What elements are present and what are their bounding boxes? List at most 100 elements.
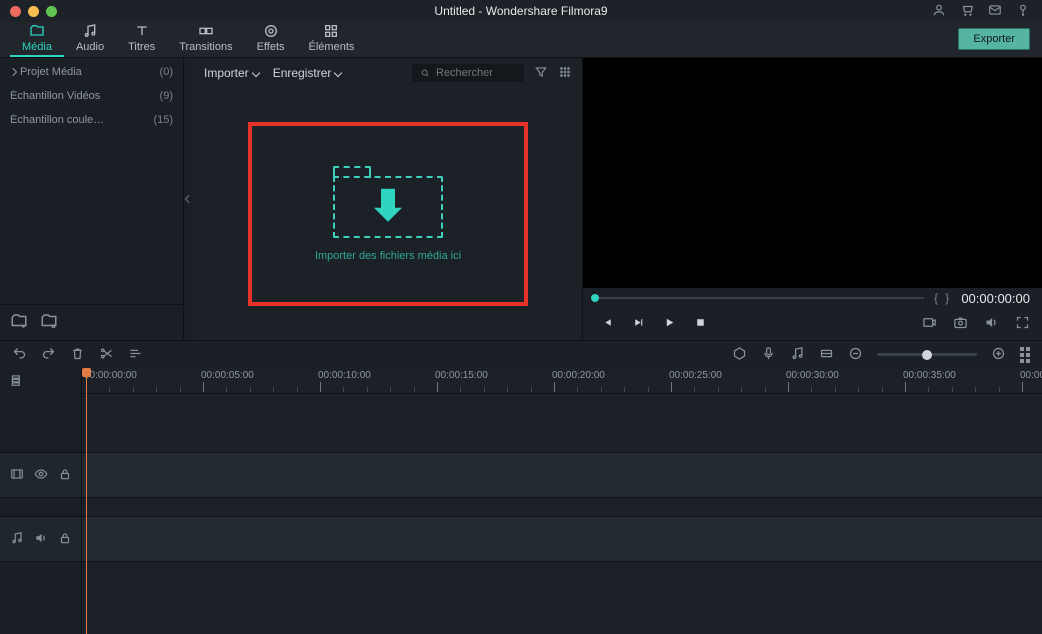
sidebar-item-count: (15) bbox=[153, 114, 173, 126]
dropdown-label: Enregistrer bbox=[273, 66, 332, 80]
preview-scrubber[interactable] bbox=[595, 297, 924, 299]
cart-icon[interactable] bbox=[960, 3, 974, 20]
audio-mixer-button[interactable] bbox=[790, 346, 805, 364]
fullscreen-button[interactable] bbox=[1015, 315, 1030, 333]
sidebar-item-count: (0) bbox=[160, 66, 173, 78]
ruler-label: 00:00:00:00 bbox=[84, 370, 137, 381]
timeline-ruler[interactable]: 00:00:00:0000:00:05:0000:00:10:0000:00:1… bbox=[82, 368, 1042, 394]
tab-elements[interactable]: Éléments bbox=[297, 23, 367, 57]
titlebar: Untitled - Wondershare Filmora9 bbox=[0, 0, 1042, 22]
message-icon[interactable] bbox=[988, 3, 1002, 20]
notification-icon[interactable] bbox=[1016, 3, 1030, 20]
sidebar-item-project-media[interactable]: Projet Média (0) bbox=[0, 60, 183, 84]
volume-button[interactable] bbox=[984, 315, 999, 333]
sidebar-item-label: Échantillon Vidéos bbox=[10, 90, 100, 102]
stop-button[interactable] bbox=[694, 316, 707, 332]
tab-label: Effets bbox=[257, 41, 285, 53]
search-input-wrap[interactable] bbox=[412, 64, 524, 82]
dropzone-label: Importer des fichiers média ici bbox=[315, 250, 461, 262]
track-lock-toggle[interactable] bbox=[58, 531, 72, 548]
import-dropzone[interactable]: Importer des fichiers média ici bbox=[248, 122, 528, 306]
video-track-head bbox=[0, 452, 81, 498]
tab-transitions[interactable]: Transitions bbox=[167, 23, 244, 57]
library-sidebar: Projet Média (0) Échantillon Vidéos (9) … bbox=[0, 58, 184, 340]
video-track-icon bbox=[10, 467, 24, 484]
next-frame-button[interactable] bbox=[632, 316, 645, 332]
account-icon[interactable] bbox=[932, 3, 946, 20]
ruler-label: 00:00:05:00 bbox=[201, 370, 254, 381]
zoom-slider[interactable] bbox=[877, 353, 977, 356]
ruler-label: 00:00:20:00 bbox=[552, 370, 605, 381]
tab-label: Transitions bbox=[179, 41, 232, 53]
timeline-playhead[interactable] bbox=[86, 368, 87, 634]
chevron-right-icon bbox=[10, 68, 17, 76]
record-dropdown[interactable]: Enregistrer bbox=[273, 66, 342, 80]
ruler-label: 00:00:15:00 bbox=[435, 370, 488, 381]
manage-tracks-button[interactable] bbox=[10, 373, 24, 390]
tab-label: Titres bbox=[128, 41, 155, 53]
prev-frame-button[interactable] bbox=[601, 316, 614, 332]
sidebar-item-label: Projet Média bbox=[20, 66, 82, 78]
voiceover-button[interactable] bbox=[761, 346, 776, 364]
add-folder-button[interactable] bbox=[10, 312, 28, 333]
search-input[interactable] bbox=[436, 67, 516, 79]
tab-effects[interactable]: Effets bbox=[245, 23, 297, 57]
tab-label: Audio bbox=[76, 41, 104, 53]
chevron-down-icon bbox=[251, 69, 259, 77]
zoom-slider-thumb[interactable] bbox=[922, 350, 932, 360]
redo-button[interactable] bbox=[41, 346, 56, 364]
track-visibility-toggle[interactable] bbox=[34, 467, 48, 484]
filter-button[interactable] bbox=[534, 65, 548, 82]
scrubber-playhead[interactable] bbox=[591, 294, 599, 302]
ruler-label: 00:00:30:00 bbox=[786, 370, 839, 381]
preview-panel: { } 00:00:00:00 bbox=[582, 58, 1042, 340]
track-mute-toggle[interactable] bbox=[34, 531, 48, 548]
snapshot-button[interactable] bbox=[953, 315, 968, 333]
tab-label: Média bbox=[22, 41, 52, 53]
sidebar-item-sample-videos[interactable]: Échantillon Vidéos (9) bbox=[0, 84, 183, 108]
sidebar-item-sample-colors[interactable]: Échantillon coule… (15) bbox=[0, 108, 183, 132]
dropdown-label: Importer bbox=[204, 66, 249, 80]
audio-track-icon bbox=[10, 531, 24, 548]
audio-track-lane[interactable] bbox=[82, 516, 1042, 562]
tab-audio[interactable]: Audio bbox=[64, 23, 116, 57]
export-button[interactable]: Exporter bbox=[958, 28, 1030, 50]
remove-folder-button[interactable] bbox=[40, 312, 58, 333]
ruler-label: 00:00:25:00 bbox=[669, 370, 722, 381]
maximize-window-button[interactable] bbox=[46, 6, 57, 17]
minimize-window-button[interactable] bbox=[28, 6, 39, 17]
edit-tools-button[interactable] bbox=[128, 346, 143, 364]
folder-download-icon bbox=[333, 166, 443, 238]
window-controls bbox=[0, 6, 57, 17]
sidebar-collapse-handle[interactable] bbox=[184, 58, 194, 340]
close-window-button[interactable] bbox=[10, 6, 21, 17]
preview-canvas[interactable] bbox=[583, 58, 1042, 288]
tab-titles[interactable]: Titres bbox=[116, 23, 167, 57]
mark-in-out-icon[interactable]: { } bbox=[934, 291, 951, 305]
ruler-label: 00:00:40:00 bbox=[1020, 370, 1042, 381]
sidebar-item-label: Échantillon coule… bbox=[10, 114, 104, 126]
timeline-toolbar bbox=[0, 340, 1042, 368]
import-dropdown[interactable]: Importer bbox=[204, 66, 259, 80]
tab-media[interactable]: Média bbox=[10, 23, 64, 57]
video-track-lane[interactable] bbox=[82, 452, 1042, 498]
zoom-in-button[interactable] bbox=[991, 346, 1006, 364]
timeline-tracks-area[interactable]: 00:00:00:0000:00:05:0000:00:10:0000:00:1… bbox=[82, 368, 1042, 634]
track-lock-toggle[interactable] bbox=[58, 467, 72, 484]
preview-timecode: 00:00:00:00 bbox=[961, 291, 1030, 306]
marker-button[interactable] bbox=[732, 346, 747, 364]
render-preview-button[interactable] bbox=[819, 346, 834, 364]
undo-button[interactable] bbox=[12, 346, 27, 364]
tab-label: Éléments bbox=[309, 41, 355, 53]
delete-button[interactable] bbox=[70, 346, 85, 364]
play-button[interactable] bbox=[663, 316, 676, 332]
preview-quality-button[interactable] bbox=[922, 315, 937, 333]
split-button[interactable] bbox=[99, 346, 114, 364]
timeline: 00:00:00:0000:00:05:0000:00:10:0000:00:1… bbox=[0, 368, 1042, 634]
zoom-out-button[interactable] bbox=[848, 346, 863, 364]
media-library: Importer Enregistrer Importer des fichie… bbox=[194, 58, 582, 340]
zoom-fit-button[interactable] bbox=[1020, 347, 1030, 363]
main-tabs: Média Audio Titres Transitions Effets Él… bbox=[0, 22, 1042, 58]
ruler-label: 00:00:35:00 bbox=[903, 370, 956, 381]
view-grid-button[interactable] bbox=[558, 65, 572, 82]
